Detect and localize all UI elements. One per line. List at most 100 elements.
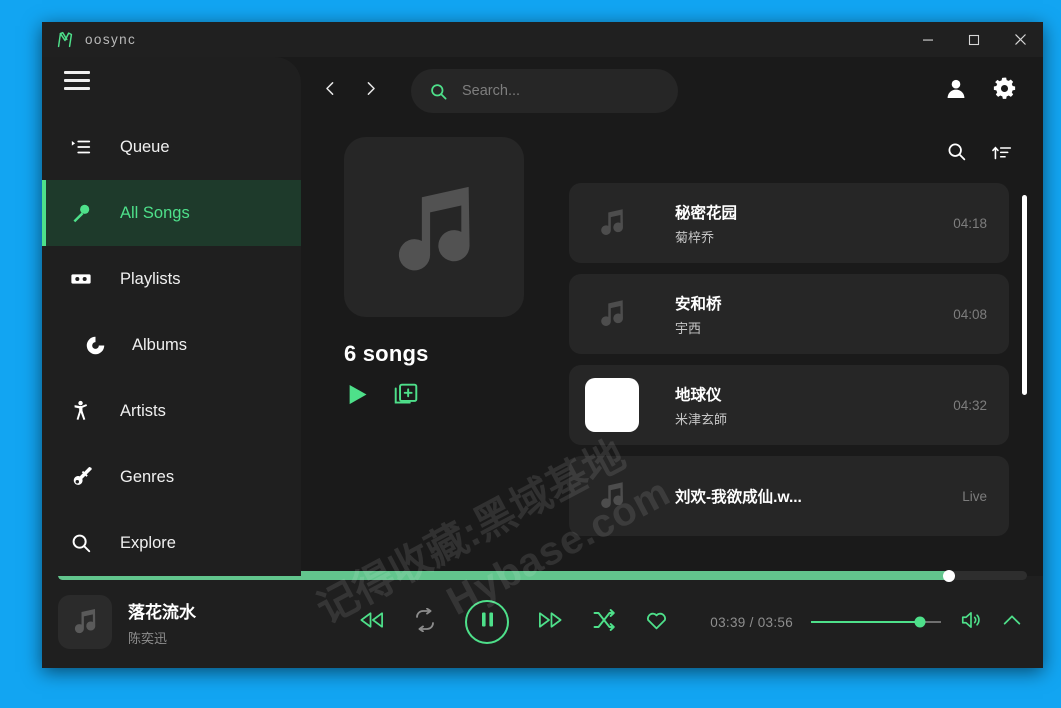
song-artist: 菊梓乔 xyxy=(675,229,715,245)
song-artwork xyxy=(585,378,639,432)
shuffle-button[interactable] xyxy=(592,608,616,637)
title-bar: oosync xyxy=(42,22,1043,57)
add-to-queue-button[interactable] xyxy=(393,382,419,413)
scrollbar-thumb[interactable] xyxy=(1022,195,1027,395)
collection-actions xyxy=(344,381,569,413)
song-list: 秘密花园 菊梓乔 04:18 安和桥 宇西 04:08 地球仪 米津玄師 04:… xyxy=(569,183,1009,540)
chevron-left-icon xyxy=(322,80,339,102)
sidebar-item-genres[interactable]: Genres xyxy=(42,444,301,510)
music-note-icon xyxy=(596,296,628,333)
sort-ascending-icon xyxy=(991,141,1013,167)
hamburger-menu-button[interactable] xyxy=(42,57,301,104)
song-title: 安和桥 xyxy=(675,295,722,313)
desktop-background: oosync Queue All Songs Playlists Albums … xyxy=(0,0,1061,708)
disc-icon xyxy=(42,335,120,356)
list-search-button[interactable] xyxy=(946,141,967,167)
heart-icon xyxy=(644,608,669,637)
table-row[interactable]: 安和桥 宇西 04:08 xyxy=(569,274,1009,354)
microphone-icon xyxy=(42,202,120,224)
search-input[interactable] xyxy=(462,83,660,99)
sidebar: Queue All Songs Playlists Albums Artists… xyxy=(42,57,301,576)
cassette-icon xyxy=(42,268,120,290)
song-list-scroll-area: 秘密花园 菊梓乔 04:18 安和桥 宇西 04:08 地球仪 米津玄師 04:… xyxy=(569,183,1031,576)
moosync-logo-icon xyxy=(54,29,76,51)
song-meta: 秘密花园 菊梓乔 xyxy=(639,201,939,246)
list-toolbar xyxy=(569,125,1031,183)
sidebar-item-label: Explore xyxy=(120,533,176,552)
sidebar-item-label: Playlists xyxy=(120,269,181,288)
play-icon xyxy=(344,381,371,413)
music-note-icon xyxy=(70,605,100,640)
main-panel: 6 songs 秘密花园 菊梓乔 04:18 安和桥 宇西 04:08 地球仪 … xyxy=(301,125,1043,576)
guitar-icon xyxy=(42,466,120,489)
volume-button[interactable] xyxy=(959,609,983,636)
sidebar-item-albums[interactable]: Albums xyxy=(42,312,301,378)
search-box[interactable] xyxy=(411,69,678,113)
sidebar-item-label: All Songs xyxy=(120,203,190,222)
song-artist: 宇西 xyxy=(675,320,702,336)
sidebar-item-artists[interactable]: Artists xyxy=(42,378,301,444)
song-meta: 地球仪 米津玄師 xyxy=(639,383,939,428)
music-note-icon xyxy=(596,478,628,515)
progress-thumb[interactable] xyxy=(943,569,956,582)
maximize-icon[interactable] xyxy=(951,22,997,57)
add-to-queue-icon xyxy=(393,382,419,413)
search-icon xyxy=(42,532,120,554)
chevron-right-icon xyxy=(362,80,379,102)
person-icon xyxy=(42,399,120,423)
sidebar-item-all-songs[interactable]: All Songs xyxy=(42,180,301,246)
speaker-icon xyxy=(959,609,983,636)
sidebar-nav: Queue All Songs Playlists Albums Artists… xyxy=(42,104,301,576)
song-artwork xyxy=(585,469,639,523)
search-icon xyxy=(429,82,448,101)
play-pause-button[interactable] xyxy=(465,600,509,644)
table-row[interactable]: 地球仪 米津玄師 04:32 xyxy=(569,365,1009,445)
sidebar-item-explore[interactable]: Explore xyxy=(42,510,301,576)
song-title: 刘欢-我欲成仙.w... xyxy=(675,489,802,506)
now-playing: 落花流水 陈奕迅 xyxy=(58,595,358,649)
music-note-icon xyxy=(382,173,486,282)
sidebar-item-playlists[interactable]: Playlists xyxy=(42,246,301,312)
settings-button[interactable] xyxy=(983,70,1025,112)
song-title: 秘密花园 xyxy=(675,204,738,222)
favorite-button[interactable] xyxy=(644,608,669,637)
repeat-icon xyxy=(413,607,437,637)
volume-thumb[interactable] xyxy=(914,616,926,628)
collection-artwork xyxy=(344,137,524,317)
volume-fill xyxy=(811,621,921,623)
fast-forward-button[interactable] xyxy=(537,609,564,636)
top-bar xyxy=(301,57,1043,125)
repeat-button[interactable] xyxy=(413,607,437,637)
rewind-button[interactable] xyxy=(358,609,385,636)
search-icon xyxy=(946,141,967,167)
play-all-button[interactable] xyxy=(344,381,371,413)
pause-icon xyxy=(480,611,495,633)
now-playing-artwork xyxy=(58,595,112,649)
close-icon[interactable] xyxy=(997,22,1043,57)
content-area: 6 songs xyxy=(301,57,1043,576)
expand-player-button[interactable] xyxy=(1001,609,1023,636)
song-list-scrollbar[interactable] xyxy=(1022,189,1027,576)
volume-slider[interactable] xyxy=(811,615,941,629)
song-list-column: 秘密花园 菊梓乔 04:18 安和桥 宇西 04:08 地球仪 米津玄師 04:… xyxy=(569,125,1043,576)
table-row[interactable]: 秘密花园 菊梓乔 04:18 xyxy=(569,183,1009,263)
sidebar-item-queue[interactable]: Queue xyxy=(42,114,301,180)
window-body: Queue All Songs Playlists Albums Artists… xyxy=(42,57,1043,576)
song-duration: Live xyxy=(962,488,987,504)
table-row[interactable]: 刘欢-我欲成仙.w... Live xyxy=(569,456,1009,536)
app-brand: oosync xyxy=(42,29,136,51)
app-title: oosync xyxy=(85,32,137,47)
shuffle-icon xyxy=(592,608,616,637)
minimize-icon[interactable] xyxy=(905,22,951,57)
song-meta: 安和桥 宇西 xyxy=(639,292,939,337)
sort-button[interactable] xyxy=(991,141,1013,167)
queue-icon xyxy=(42,136,120,158)
song-title: 地球仪 xyxy=(675,386,722,404)
window-controls xyxy=(905,22,1043,57)
music-note-icon xyxy=(596,205,628,242)
song-count-label: 6 songs xyxy=(344,341,429,366)
player-bar: 落花流水 陈奕迅 03:39 / 03:56 xyxy=(42,569,1043,668)
back-button[interactable] xyxy=(313,74,347,108)
account-button[interactable] xyxy=(935,70,977,112)
forward-button[interactable] xyxy=(353,74,387,108)
